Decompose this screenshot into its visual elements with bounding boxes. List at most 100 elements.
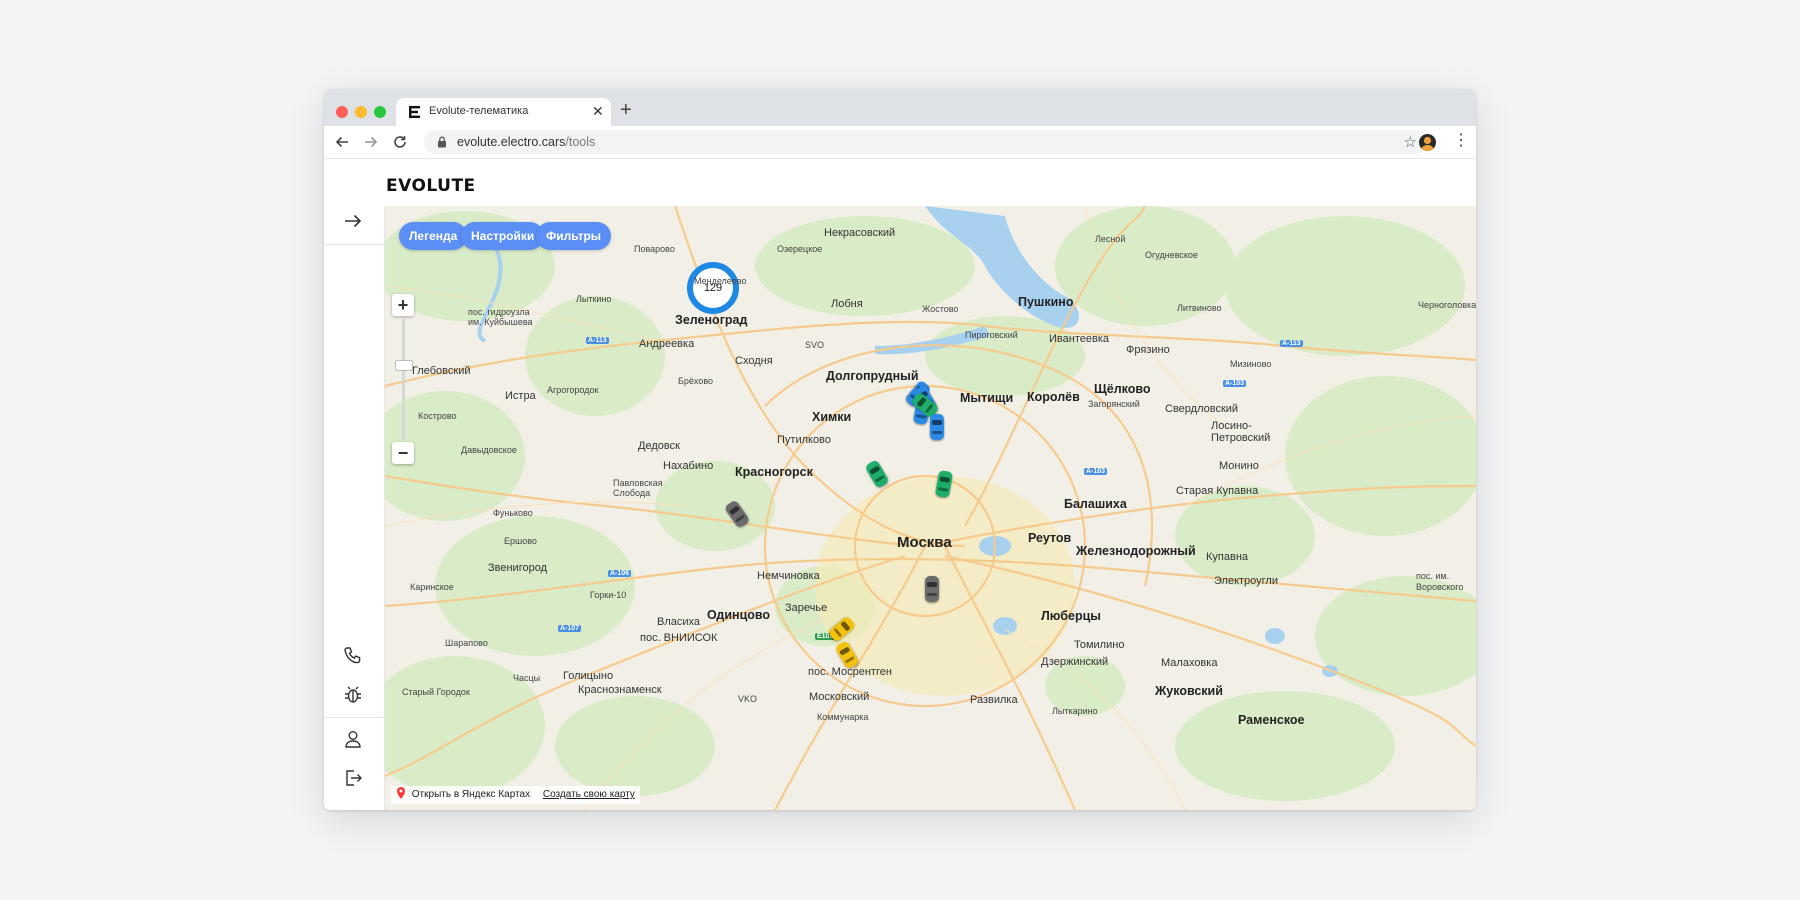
- city-label: Зеленоград: [675, 313, 748, 327]
- create-map-link[interactable]: Создать свою карту: [543, 789, 635, 800]
- road-badge: A-106: [608, 570, 632, 577]
- lock-icon: [438, 136, 446, 148]
- place-label: Кострово: [418, 411, 457, 421]
- page-content: EVOLUTE Легенда Настройки Фильтры + − 12…: [324, 159, 1476, 810]
- maximize-window-button[interactable]: [374, 106, 386, 118]
- place-label: Старая Купавна: [1176, 485, 1259, 497]
- place-label: Поварово: [634, 244, 675, 254]
- place-label: Свердловский: [1165, 403, 1239, 415]
- tab-close-icon[interactable]: ✕: [592, 103, 604, 119]
- place-label: Фуньково: [493, 508, 533, 518]
- place-label: Агрогородок: [547, 385, 599, 395]
- bookmark-star-icon[interactable]: ☆: [1404, 133, 1417, 151]
- zoom-slider-track[interactable]: [402, 318, 405, 440]
- city-label: Реутов: [1028, 531, 1072, 545]
- place-label: Андреевка: [639, 338, 695, 350]
- user-profile-icon[interactable]: [342, 728, 364, 750]
- place-label: Купавна: [1206, 551, 1249, 563]
- place-label: Некрасовский: [824, 227, 896, 239]
- vehicle-cluster-marker[interactable]: 129: [687, 262, 739, 314]
- place-label: Звенигород: [488, 562, 548, 574]
- road-badge: A-103: [1223, 380, 1247, 387]
- city-label: Долгопрудный: [826, 369, 919, 383]
- road-badge: A-113: [1280, 340, 1303, 347]
- place-label: пос. гидроузла им. Куйбышева: [468, 307, 533, 327]
- reload-icon[interactable]: [391, 133, 409, 151]
- city-label: Раменское: [1238, 713, 1305, 727]
- place-label: пос. ВНИИСОК: [640, 632, 718, 644]
- new-tab-button[interactable]: +: [620, 100, 632, 120]
- place-label: Мизиново: [1230, 359, 1272, 369]
- city-label: Королёв: [1027, 390, 1080, 404]
- evolute-favicon-icon: [409, 106, 420, 118]
- place-label: Горки-10: [590, 590, 627, 600]
- road-badge: A-107: [558, 625, 582, 632]
- browser-tab[interactable]: Evolute-телематика ✕: [396, 98, 611, 126]
- place-label: Московский: [809, 691, 870, 703]
- place-label: Путилково: [777, 434, 831, 446]
- map-view[interactable]: Легенда Настройки Фильтры + − 129 Москва…: [385, 206, 1476, 810]
- url-path: /tools: [565, 135, 596, 149]
- road-badge: A-103: [1084, 468, 1108, 475]
- place-label: Черноголовка: [1418, 300, 1476, 310]
- profile-avatar[interactable]: [1419, 134, 1436, 151]
- filters-button[interactable]: Фильтры: [536, 222, 612, 250]
- place-label: Шарапово: [445, 638, 488, 648]
- place-label: Немчиновка: [757, 570, 820, 582]
- sidebar: [324, 206, 385, 810]
- vehicle-marker[interactable]: [930, 414, 944, 440]
- vehicle-marker[interactable]: [925, 576, 939, 602]
- place-label: VKO: [738, 694, 758, 704]
- place-label: Менделеево: [694, 276, 747, 286]
- expand-sidebar-arrow-icon[interactable]: [342, 210, 364, 232]
- zoom-control: + −: [392, 294, 414, 464]
- zoom-slider-handle[interactable]: [395, 360, 413, 371]
- city-label: Люберцы: [1041, 609, 1101, 623]
- logout-icon[interactable]: [342, 767, 364, 789]
- close-window-button[interactable]: [336, 106, 348, 118]
- city-label: Красногорск: [735, 465, 813, 479]
- phone-icon[interactable]: [342, 645, 364, 667]
- place-label: Лосино-Петровский: [1211, 420, 1271, 444]
- address-bar[interactable]: evolute.electro.cars/tools ☆: [424, 130, 1427, 154]
- forward-arrow-icon[interactable]: [362, 133, 380, 151]
- city-label: Железнодорожный: [1076, 544, 1196, 558]
- city-label: Пушкино: [1018, 295, 1074, 309]
- place-label: Глебовский: [412, 365, 471, 377]
- place-label: Ершово: [504, 536, 537, 546]
- place-label: Старый Городок: [402, 687, 470, 697]
- place-label: Лесной: [1095, 234, 1126, 244]
- profile-person-icon: [1421, 136, 1434, 151]
- legend-button[interactable]: Легенда: [399, 222, 468, 250]
- sidebar-divider: [324, 717, 384, 718]
- url-text: evolute.electro.cars/tools: [457, 135, 595, 149]
- place-label: Коммунарка: [817, 712, 869, 722]
- city-label: Москва: [897, 534, 952, 551]
- browser-window: Evolute-телематика ✕ + evolute.electro.c…: [324, 89, 1476, 810]
- bug-report-icon[interactable]: [342, 684, 364, 706]
- city-label: Щёлково: [1094, 382, 1151, 396]
- zoom-out-button[interactable]: −: [392, 442, 414, 464]
- place-label: Каринское: [410, 582, 454, 592]
- tab-strip: Evolute-телематика ✕ +: [324, 89, 1476, 126]
- place-label: Малаховка: [1161, 657, 1218, 669]
- place-label: Огудневское: [1145, 250, 1198, 260]
- tab-title: Evolute-телематика: [429, 105, 529, 117]
- browser-menu-icon[interactable]: ⋮: [1453, 131, 1469, 151]
- back-arrow-icon[interactable]: [333, 133, 351, 151]
- sidebar-divider: [324, 244, 384, 245]
- evolute-logo[interactable]: EVOLUTE: [386, 176, 476, 196]
- place-label: Лыткино: [576, 294, 612, 304]
- place-label: Часцы: [513, 673, 541, 683]
- place-label: Голицыно: [563, 670, 614, 682]
- place-label: Брёхово: [678, 376, 714, 386]
- place-label: Томилино: [1074, 639, 1125, 651]
- zoom-in-button[interactable]: +: [392, 294, 414, 316]
- minimize-window-button[interactable]: [355, 106, 367, 118]
- open-in-yandex-maps-link[interactable]: Открыть в Яндекс Картах: [412, 789, 530, 800]
- place-label: Жостово: [922, 304, 959, 314]
- settings-button[interactable]: Настройки: [461, 222, 545, 250]
- city-label: Жуковский: [1155, 684, 1223, 698]
- place-label: Фрязино: [1126, 344, 1170, 356]
- place-label: Пироговский: [965, 330, 1018, 340]
